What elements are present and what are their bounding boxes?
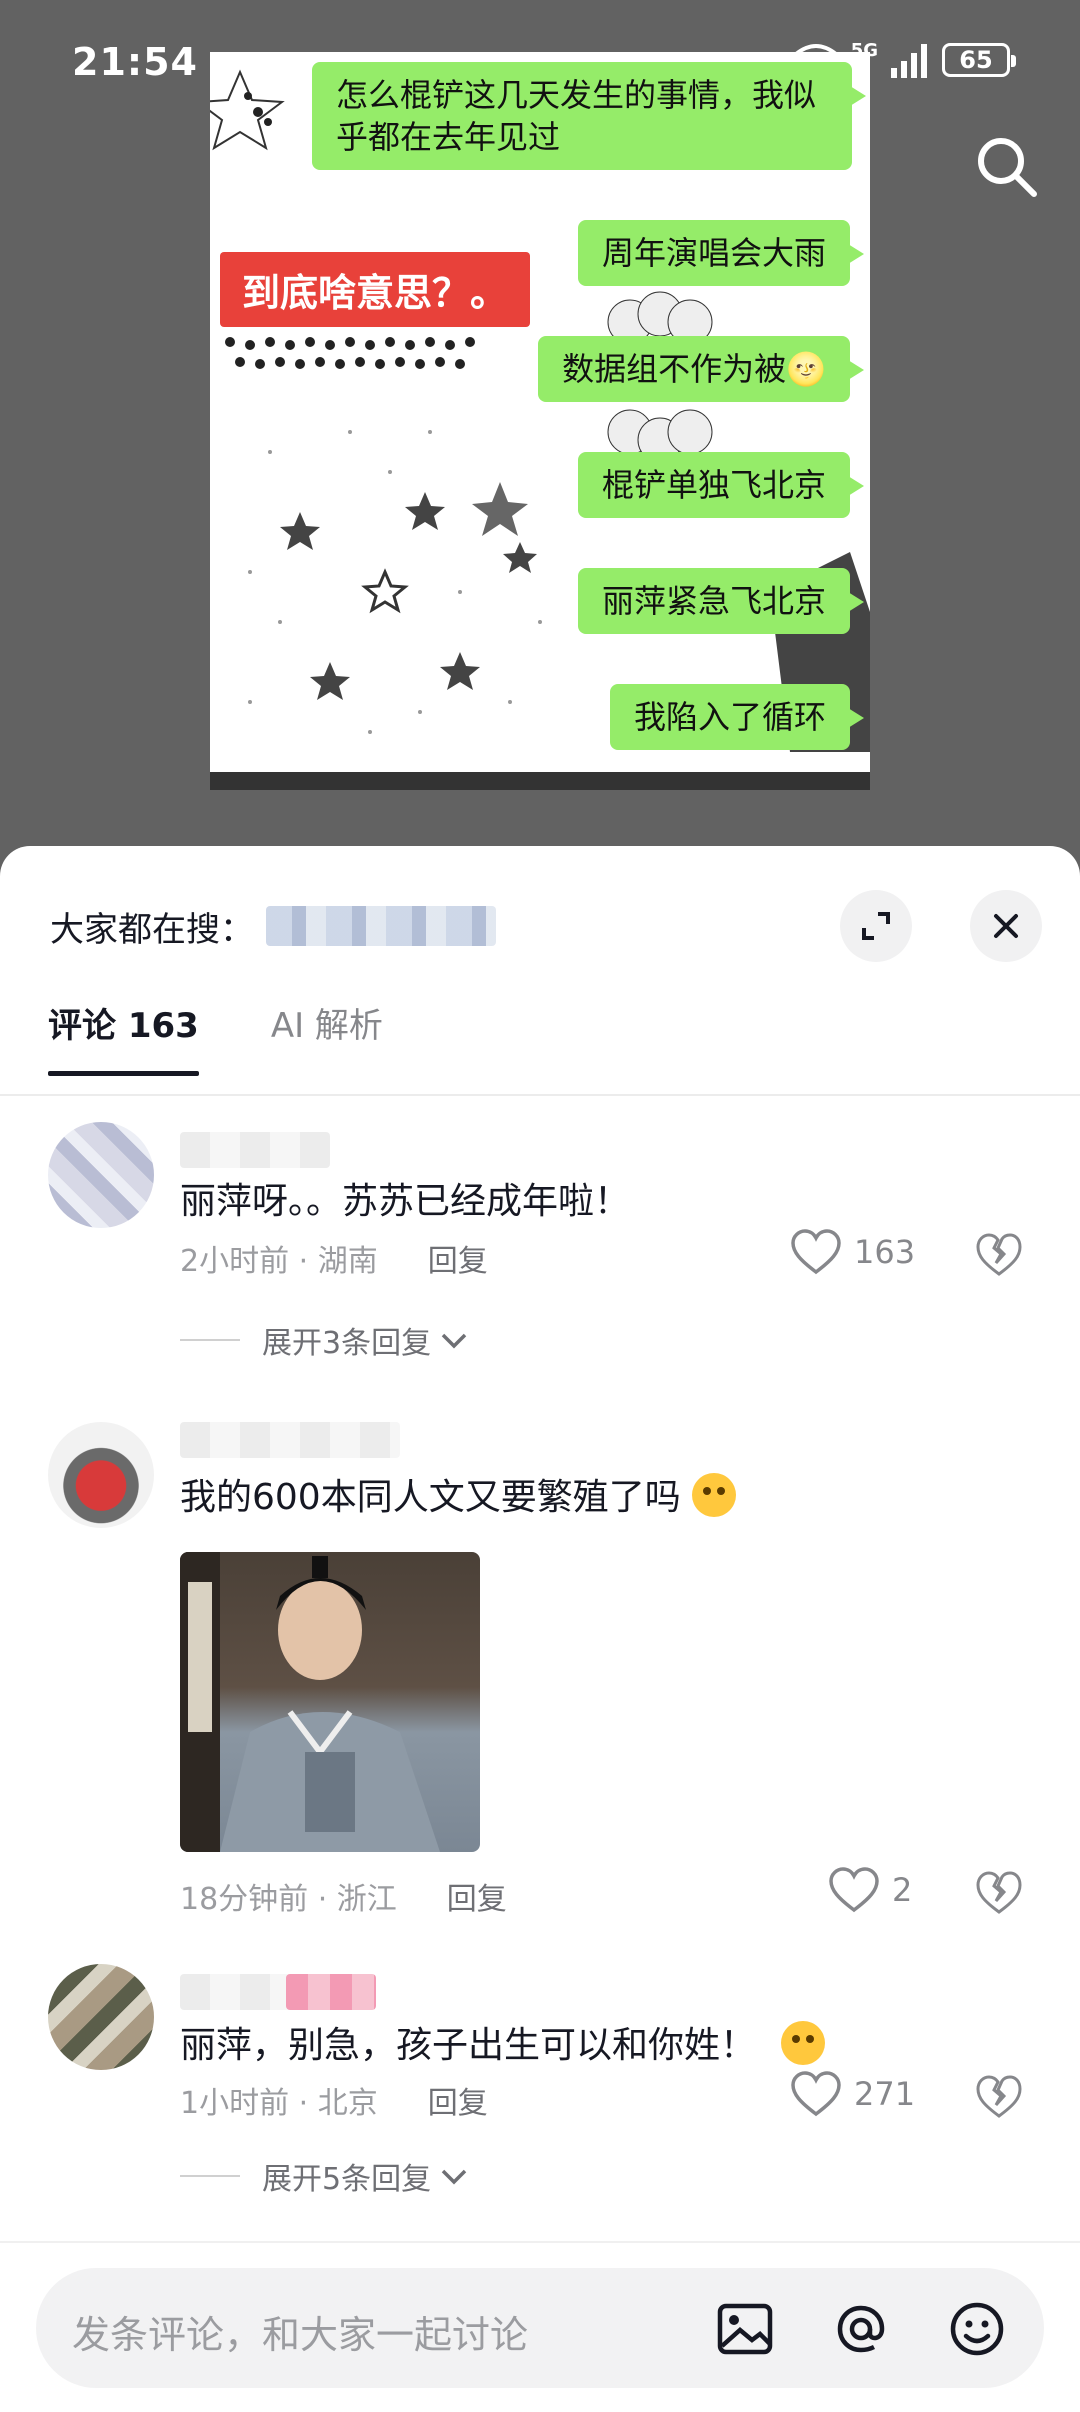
- comment-text[interactable]: 丽萍，别急，孩子出生可以和你姓！: [180, 2016, 826, 2068]
- expand-replies-button[interactable]: 展开5条回复: [180, 2154, 471, 2198]
- comment-text-content: 丽萍，别急，孩子出生可以和你姓！: [180, 2025, 757, 2066]
- comment-text[interactable]: 丽萍呀。。苏苏已经成年啦！: [180, 1172, 630, 1224]
- expand-replies-button[interactable]: 展开3条回复: [180, 1318, 471, 1362]
- comment-time-location: 1小时前 · 北京: [180, 2086, 378, 2121]
- comment-text-content: 我的600本同人文又要繁殖了吗: [180, 1477, 681, 1518]
- emoji-icon[interactable]: [942, 2294, 1012, 2364]
- chat-bubble: 丽萍紧急飞北京: [577, 568, 865, 634]
- trending-search-term[interactable]: [266, 906, 496, 946]
- comment-time-location: 18分钟前 · 浙江: [180, 1882, 397, 1917]
- divider: [180, 2175, 240, 2177]
- post-image[interactable]: 怎么棍铲这几天发生的事情，我似乎都在去年见过 周年演唱会大雨 数据组不作为被🌝 …: [210, 52, 870, 790]
- reply-button[interactable]: 回复: [428, 1236, 488, 1280]
- expand-button[interactable]: [840, 890, 912, 962]
- status-time: 21:54: [72, 40, 198, 84]
- comment-meta: 18分钟前 · 浙江 回复: [180, 1874, 507, 1918]
- dislike-icon[interactable]: [974, 2072, 1024, 2122]
- mention-icon[interactable]: [826, 2294, 896, 2364]
- trending-search-row[interactable]: 大家都在搜：: [50, 886, 1042, 966]
- dislike-icon[interactable]: [974, 1868, 1024, 1918]
- comment-username[interactable]: [180, 1974, 290, 2010]
- divider: [0, 2241, 1080, 2243]
- comment-image[interactable]: [180, 1552, 480, 1852]
- comment-text[interactable]: 我的600本同人文又要繁殖了吗: [180, 1468, 737, 1520]
- like-count: 2: [892, 1871, 913, 1909]
- trending-search-label: 大家都在搜：: [50, 909, 254, 950]
- search-icon[interactable]: [972, 132, 1042, 202]
- avatar[interactable]: [48, 1122, 154, 1228]
- chevron-down-icon: [441, 2169, 467, 2185]
- tab-ai-analysis[interactable]: AI 解析: [271, 996, 383, 1076]
- image-icon[interactable]: [710, 2294, 780, 2364]
- comment-input-bar[interactable]: 发条评论，和大家一起讨论: [36, 2268, 1044, 2388]
- like-button[interactable]: 271: [790, 2070, 915, 2118]
- comment-sheet: 大家都在搜： 评论 163 AI 解析 丽萍呀。。苏苏已经成年啦！ 2小时前 ·…: [0, 846, 1080, 2412]
- heart-icon: [829, 1867, 879, 1913]
- chat-bubble: 我陷入了循环: [609, 684, 865, 750]
- chat-bubble: 数据组不作为被🌝: [538, 336, 864, 402]
- pleading-face-emoji-icon: [781, 2021, 826, 2065]
- dislike-icon[interactable]: [974, 1230, 1024, 1280]
- expand-icon: [862, 912, 890, 940]
- battery-level: 65: [959, 46, 993, 74]
- battery-icon: 65: [942, 43, 1016, 77]
- heart-icon: [791, 1229, 841, 1275]
- comment-input-placeholder[interactable]: 发条评论，和大家一起讨论: [72, 2304, 528, 2359]
- user-badge: [286, 1974, 376, 2010]
- red-caption-tag: 到底啥意思？。: [220, 252, 531, 327]
- divider: [180, 1339, 240, 1341]
- heart-icon: [791, 2071, 841, 2117]
- comment-image-figure: [180, 1552, 440, 1852]
- expand-replies-label: 展开5条回复: [262, 2162, 432, 2197]
- comment-username[interactable]: [180, 1132, 330, 1168]
- chat-bubble: 棍铲单独飞北京: [577, 452, 865, 518]
- avatar[interactable]: [48, 1422, 154, 1528]
- comment-username[interactable]: [180, 1422, 400, 1458]
- expand-replies-label: 展开3条回复: [262, 1326, 432, 1361]
- signal-icon: [891, 44, 927, 78]
- chat-bubble: 周年演唱会大雨: [577, 220, 865, 286]
- crying-face-emoji-icon: [692, 1473, 737, 1517]
- comment-tabs: 评论 163 AI 解析: [48, 996, 383, 1076]
- like-button[interactable]: 2: [828, 1866, 912, 1914]
- avatar[interactable]: [48, 1964, 154, 2070]
- like-button[interactable]: 163: [790, 1228, 915, 1276]
- reply-button[interactable]: 回复: [447, 1874, 507, 1918]
- comment-meta: 1小时前 · 北京 回复: [180, 2078, 488, 2122]
- comment-time-location: 2小时前 · 湖南: [180, 1244, 378, 1279]
- like-count: 163: [854, 1233, 916, 1271]
- tab-comments[interactable]: 评论 163: [48, 996, 199, 1076]
- close-icon: [994, 914, 1018, 938]
- chat-bubble: 怎么棍铲这几天发生的事情，我似乎都在去年见过: [312, 62, 866, 170]
- reply-button[interactable]: 回复: [428, 2078, 488, 2122]
- close-button[interactable]: [970, 890, 1042, 962]
- chevron-down-icon: [441, 1333, 467, 1349]
- comment-meta: 2小时前 · 湖南 回复: [180, 1236, 488, 1280]
- tabs-divider: [0, 1094, 1080, 1096]
- like-count: 271: [854, 2075, 916, 2113]
